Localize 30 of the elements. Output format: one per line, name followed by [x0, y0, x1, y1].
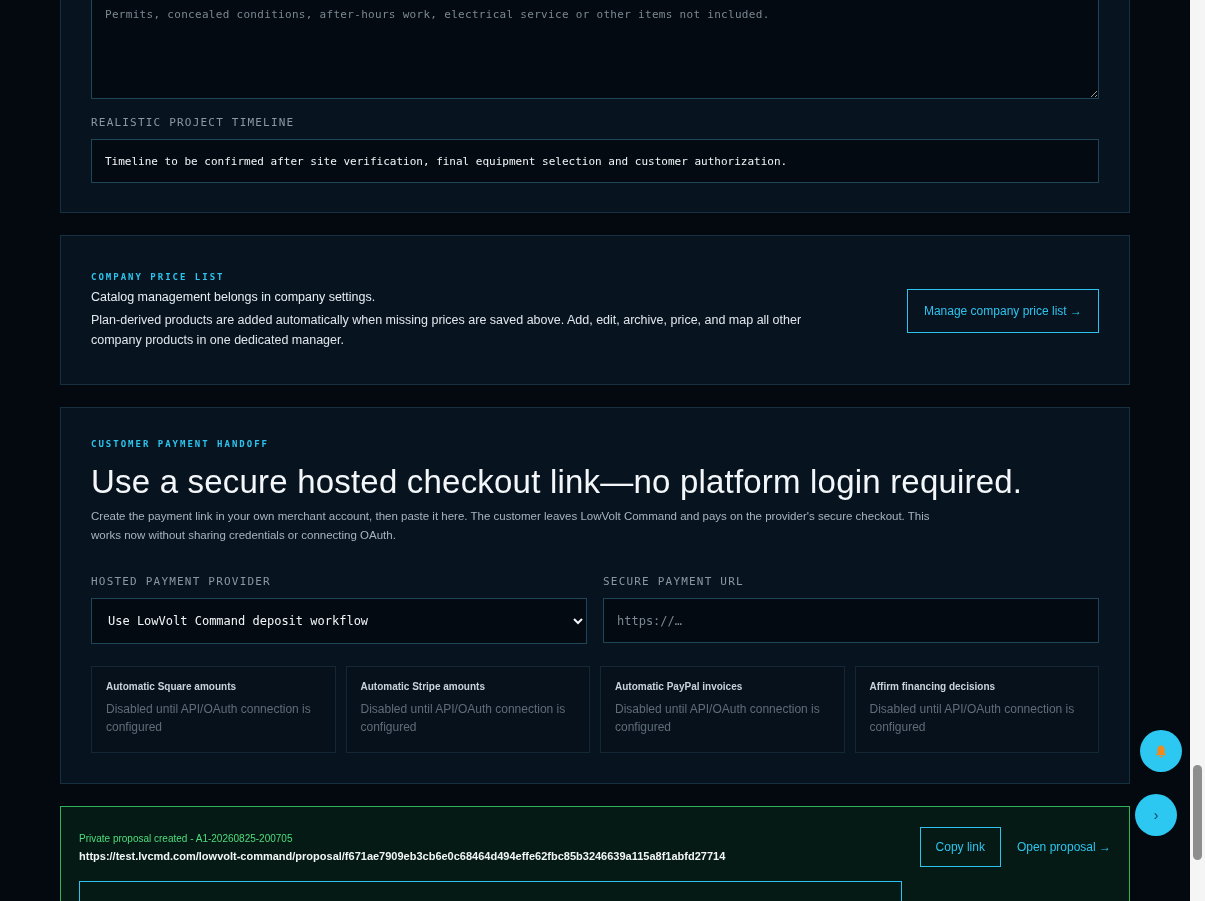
description-text: Plan-derived products are added automatically when missing prices are saved above. Add, edit, archive, price, and map all other company products in one dedicated manager.: [91, 312, 803, 349]
provider-select[interactable]: Use LowVolt Command deposit workflow: [91, 598, 587, 644]
integration-title: Automatic Stripe amounts: [360, 681, 486, 692]
notes-field[interactable]: Permits, concealed conditions, after-hours work, electrical service or other items not included.: [91, 0, 1099, 99]
integration-title: Automatic PayPal invoices: [615, 681, 744, 692]
manage-price-list-button[interactable]: Manage company price list →: [906, 289, 1099, 333]
section-heading: Use a secure hosted checkout link—no platform login required.: [91, 463, 1024, 501]
payment-url-field[interactable]: https://…: [603, 598, 1099, 643]
integration-status: Disabled until API/OAuth connection is configured: [869, 701, 1076, 736]
notifications-button[interactable]: [1140, 730, 1182, 772]
proposal-status: Private proposal created - A1-20260825-200705: [79, 832, 294, 844]
integration-status: Disabled until API/OAuth connection is configured: [360, 701, 567, 736]
proposal-url: https://test.lvcmd.com/lowvolt-command/proposal/f671ae7909eb3cb6e0c68464d494effe62fbc85b3246639a115a8f1abfd27714: [79, 849, 727, 862]
integration-status: Disabled until API/OAuth connection is configured: [106, 701, 312, 736]
section-eyebrow: CUSTOMER PAYMENT HANDOFF: [91, 439, 271, 449]
integration-title: Affirm financing decisions: [869, 681, 997, 692]
copy-link-button[interactable]: Copy link: [919, 827, 1001, 867]
field-label: SECURE PAYMENT URL: [603, 575, 745, 588]
field-label: REALISTIC PROJECT TIMELINE: [91, 116, 296, 129]
bell-icon: [1155, 744, 1167, 758]
integration-title: Automatic Square amounts: [106, 681, 238, 692]
description-text: Create the payment link in your own merchant account, then paste it here. The customer leaves LowVolt Command and pays on the provider's secure checkout. This works now without sharing credentials or connecting OAuth.: [91, 509, 931, 543]
open-proposal-link[interactable]: Open proposal →: [1016, 840, 1111, 854]
section-eyebrow: COMPANY PRICE LIST: [91, 272, 226, 282]
field-label: HOSTED PAYMENT PROVIDER: [91, 575, 272, 588]
next-button[interactable]: ›: [1135, 794, 1177, 836]
lead-text: Catalog management belongs in company settings.: [91, 290, 377, 304]
integration-status: Disabled until API/OAuth connection is configured: [615, 701, 821, 736]
timeline-field[interactable]: Timeline to be confirmed after site verification, final equipment selection and customer authorization.: [91, 139, 1099, 183]
scrollbar[interactable]: [1190, 0, 1205, 901]
